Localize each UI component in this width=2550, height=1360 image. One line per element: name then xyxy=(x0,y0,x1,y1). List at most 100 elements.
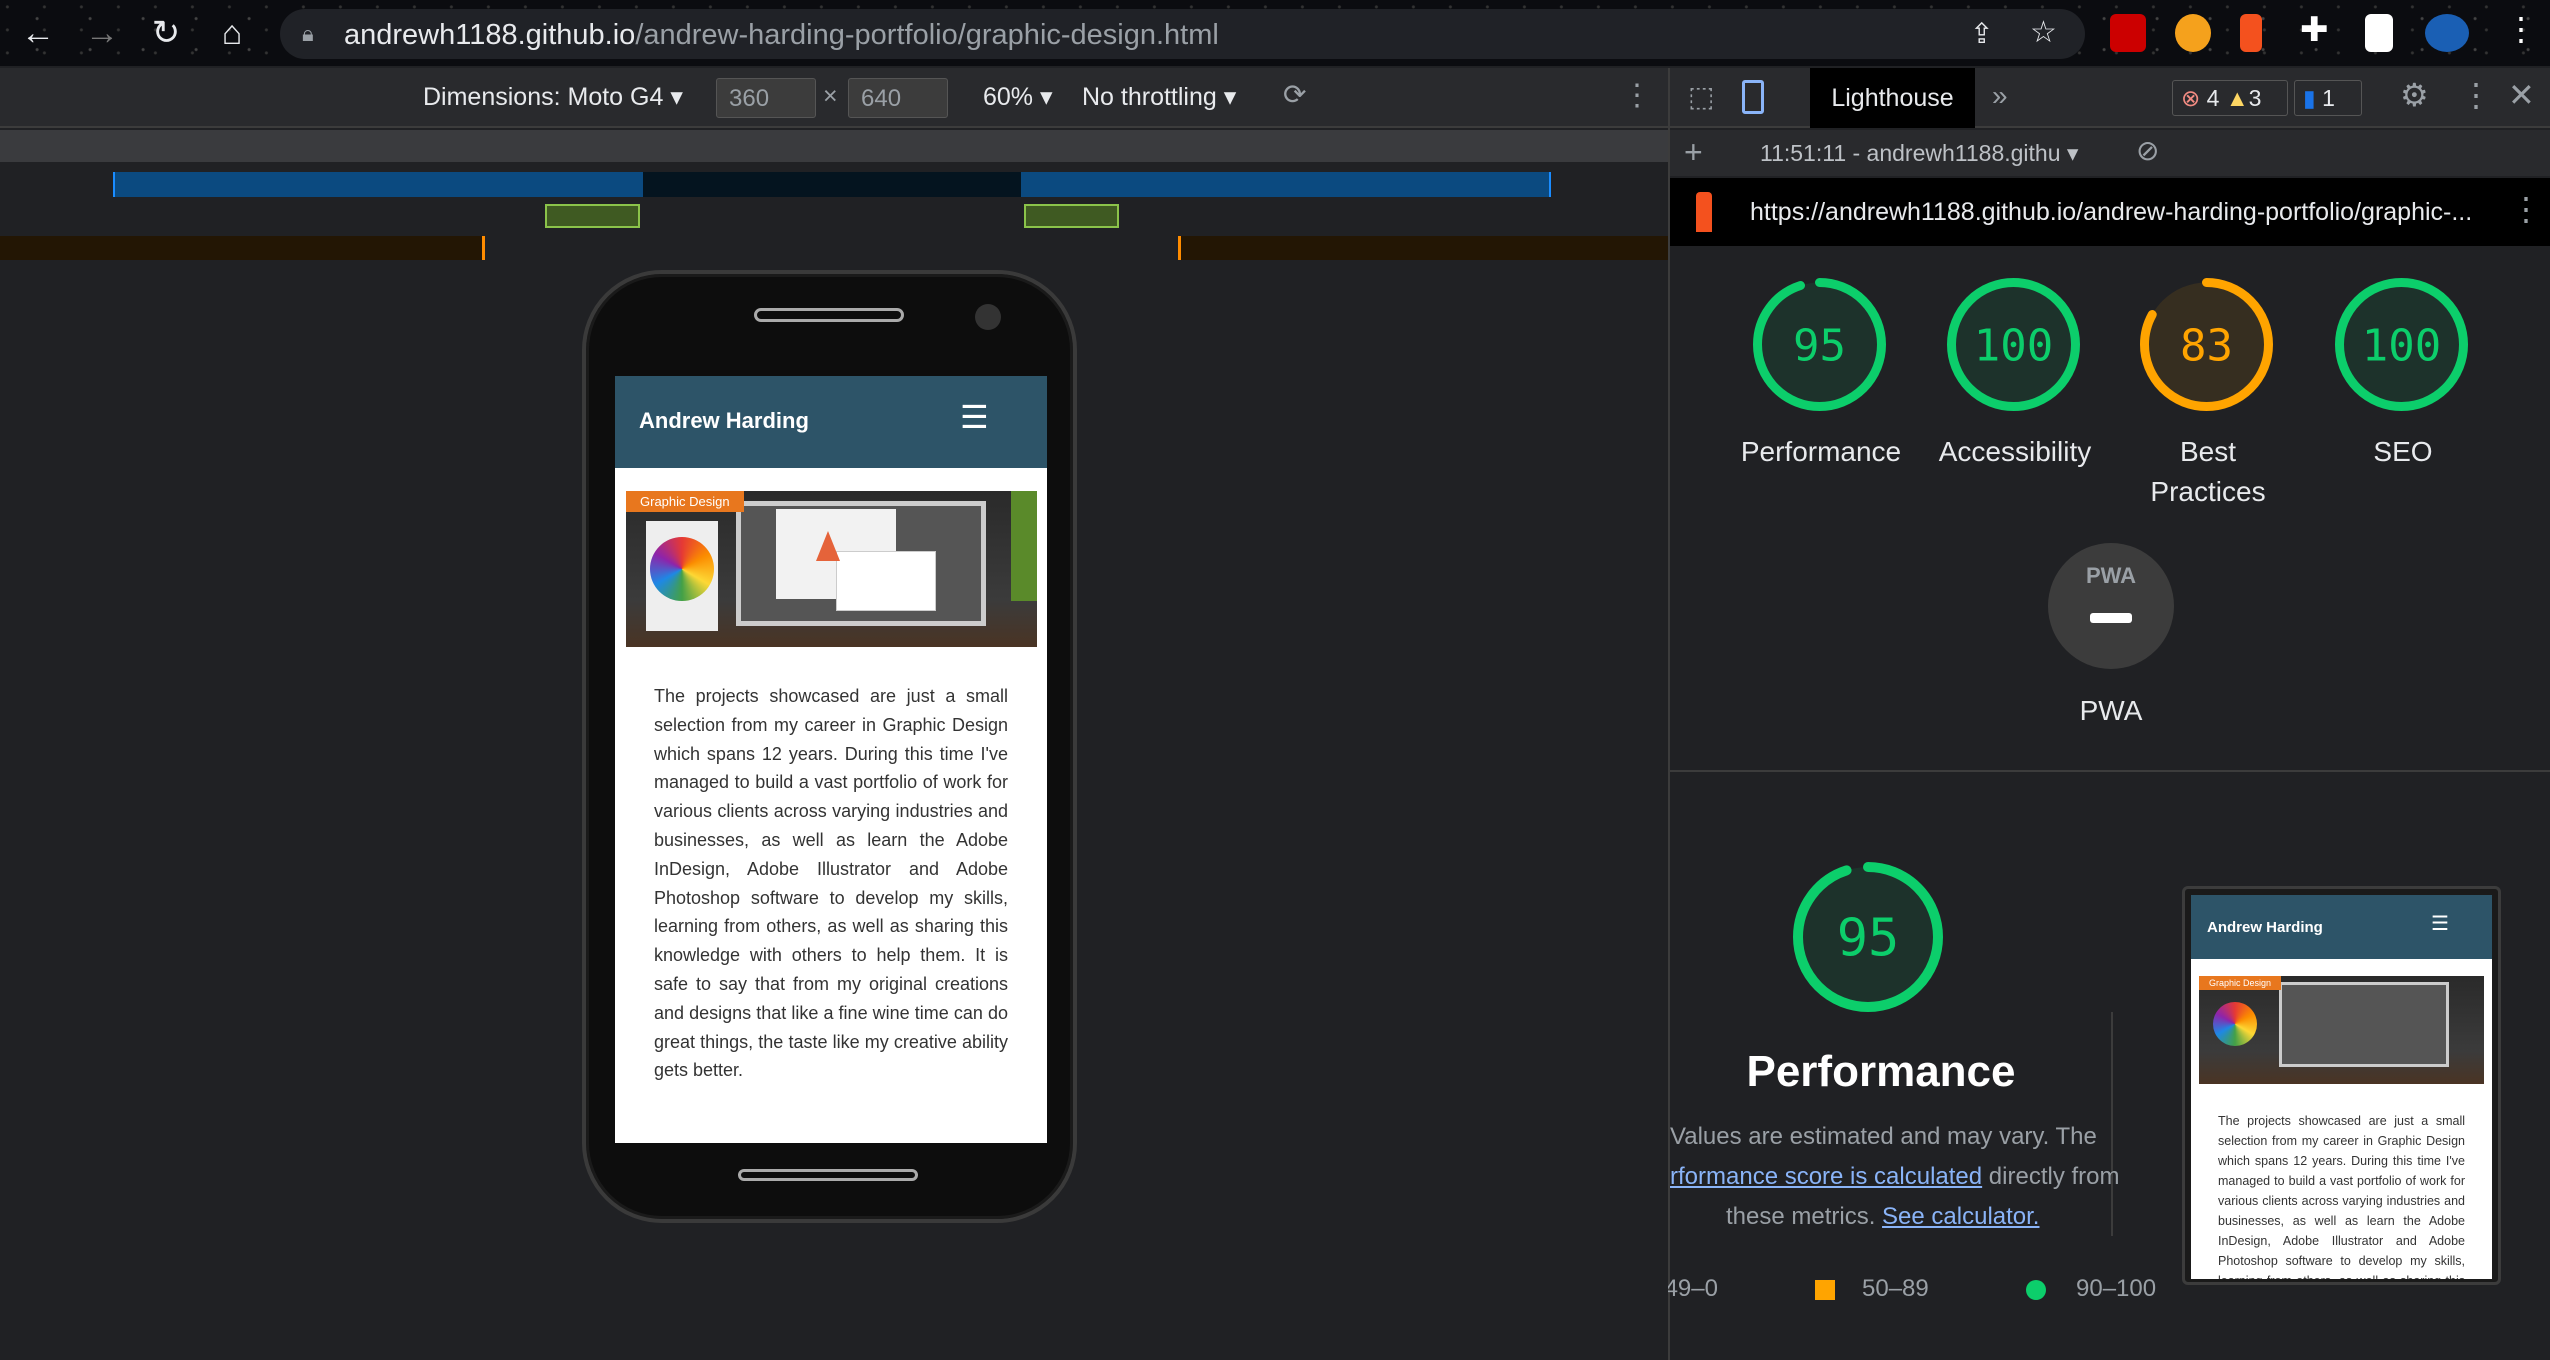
thumbnail-tag: Graphic Design xyxy=(2199,976,2282,990)
divider xyxy=(1670,770,2550,772)
gauge-label-line: Accessibility xyxy=(1938,436,2092,467)
zoom-select[interactable]: 60% ▾ xyxy=(983,82,1053,112)
gauge-label[interactable]: Best Practices xyxy=(2108,432,2308,512)
color-wheel xyxy=(2213,1002,2257,1046)
gauge-score: 100 xyxy=(1974,320,2053,371)
clear-reports-icon[interactable]: ⊘ xyxy=(2136,134,2159,167)
messages-counter[interactable]: ▮ 1 xyxy=(2294,80,2362,116)
score-gauge-3: 100 xyxy=(2335,278,2468,411)
score-gauge-0: 95 xyxy=(1753,278,1886,411)
throttling-select[interactable]: No throttling ▾ xyxy=(1082,82,1236,112)
site-title[interactable]: Andrew Harding xyxy=(639,408,809,434)
acrobat-extension-icon[interactable] xyxy=(2110,14,2146,52)
legend-pass: 90–100 xyxy=(2076,1275,2157,1302)
phone-speaker xyxy=(754,308,904,322)
reload-button[interactable]: ↻ xyxy=(146,14,186,54)
final-screenshot-thumbnail[interactable]: Andrew Harding ☰ Graphic Design The proj… xyxy=(2182,886,2501,1285)
devtools-menu-icon[interactable]: ⋮ xyxy=(2460,76,2492,114)
height-input[interactable]: 640 xyxy=(848,78,948,118)
pwa-dash-icon xyxy=(2090,613,2132,623)
perf-desc-line2: rformance score is calculated directly f… xyxy=(1670,1163,2120,1191)
url-text: andrewh1188.github.io/andrew-harding-por… xyxy=(344,19,1219,52)
min-max-bar[interactable] xyxy=(545,204,640,228)
error-count: 4 xyxy=(2206,85,2220,111)
score-calculated-link[interactable]: rformance score is calculated xyxy=(1670,1163,1982,1190)
max-width-gap xyxy=(643,172,1021,197)
report-select[interactable]: 11:51:11 - andrewh1188.githu ▾ xyxy=(1760,140,2078,167)
issues-counter[interactable]: ⊗ 4 ▲3 xyxy=(2172,80,2288,116)
perf-desc-text: these metrics. xyxy=(1726,1203,1883,1230)
triangle-graphic xyxy=(816,531,840,561)
share-icon[interactable]: ⇪ xyxy=(1970,17,1993,50)
url-host: andrewh1188.github.io xyxy=(344,19,636,51)
min-width-bar[interactable] xyxy=(1178,236,1668,260)
extension-icon[interactable] xyxy=(2365,14,2393,52)
gauge-label-line: Best xyxy=(2179,436,2237,467)
max-width-bar[interactable] xyxy=(113,172,643,197)
pwa-badge[interactable]: PWA xyxy=(2048,543,2174,669)
color-wheel xyxy=(650,537,714,601)
rotate-icon[interactable]: ⟳ xyxy=(1283,78,1306,111)
lock-icon: 🔒︎ xyxy=(302,21,314,46)
tab-lighthouse[interactable]: Lighthouse xyxy=(1810,68,1975,128)
gauge-score: 95 xyxy=(1837,909,1900,969)
min-width-bar[interactable] xyxy=(0,236,485,260)
media-query-bars xyxy=(0,130,1668,262)
intro-paragraph: The projects showcased are just a small … xyxy=(654,686,1008,1081)
hamburger-menu-icon[interactable]: ☰ xyxy=(960,398,989,436)
gauge-score: 83 xyxy=(2180,320,2233,371)
profile-avatar[interactable] xyxy=(2425,14,2469,52)
gauge-performance[interactable]: 95 xyxy=(1751,276,1888,418)
performance-title: Performance xyxy=(1746,1047,2016,1096)
extensions-puzzle-icon[interactable]: ✚ xyxy=(2300,10,2329,50)
gauge-seo[interactable]: 100 xyxy=(2333,276,2470,418)
lighthouse-extension-icon[interactable] xyxy=(2240,14,2262,52)
message-count: 1 xyxy=(2322,85,2335,111)
max-width-bar[interactable] xyxy=(1021,172,1551,197)
menu-icon[interactable]: ⋮ xyxy=(2505,10,2537,48)
message-icon: ▮ xyxy=(2303,85,2316,111)
forward-button[interactable]: → xyxy=(82,14,122,54)
more-tabs-icon[interactable]: » xyxy=(1992,80,2008,112)
report-url[interactable]: https://andrewh1188.github.io/andrew-har… xyxy=(1750,198,2472,227)
back-button[interactable]: ← xyxy=(18,14,58,54)
min-max-bar[interactable] xyxy=(1024,204,1119,228)
perf-desc-line3: these metrics. See calculator. xyxy=(1726,1203,2039,1231)
device-toggle-icon[interactable] xyxy=(1742,80,1764,114)
gauge-label[interactable]: Performance xyxy=(1721,432,1921,472)
extension-icon[interactable] xyxy=(2175,14,2211,52)
error-icon: ⊗ xyxy=(2181,85,2201,111)
width-input[interactable]: 360 xyxy=(716,78,816,118)
gauge-label[interactable]: SEO xyxy=(2303,432,2503,472)
report-select-label: 11:51:11 - andrewh1188.githu xyxy=(1760,140,2061,166)
gauge-best[interactable]: 83 xyxy=(2138,276,2275,418)
average-square-icon xyxy=(1815,1280,1835,1300)
report-menu-icon[interactable]: ⋮ xyxy=(2510,190,2542,228)
close-devtools-icon[interactable]: ✕ xyxy=(2508,76,2535,114)
new-report-icon[interactable]: + xyxy=(1684,134,1703,171)
thumbnail-menu-icon: ☰ xyxy=(2431,913,2449,935)
zoom-label: 60% xyxy=(983,83,1034,111)
gauge-label[interactable]: Accessibility xyxy=(1915,432,2115,472)
thumbnail-title: Andrew Harding xyxy=(2207,919,2323,936)
inspect-element-icon[interactable]: ⬚ xyxy=(1688,80,1714,113)
bookmark-star-icon[interactable]: ☆ xyxy=(2030,15,2057,50)
settings-gear-icon[interactable]: ⚙ xyxy=(2400,76,2429,114)
page-screen: Andrew Harding ☰ Graphic Design The proj… xyxy=(615,376,1047,1143)
times-sign: × xyxy=(823,82,838,110)
address-bar[interactable]: 🔒︎ andrewh1188.github.io/andrew-harding-… xyxy=(280,9,2085,59)
gauge-accessibility[interactable]: 100 xyxy=(1945,276,2082,418)
score-gauge-2: 83 xyxy=(2140,278,2273,411)
design-artboard xyxy=(836,551,936,611)
performance-large-gauge: 95 xyxy=(1793,862,1943,1012)
more-options-icon[interactable]: ⋮ xyxy=(1622,78,1652,113)
score-gauge-1: 100 xyxy=(1947,278,2080,411)
dimensions-select[interactable]: Dimensions: Moto G4 ▾ xyxy=(423,82,683,112)
home-button[interactable]: ⌂ xyxy=(212,14,252,54)
url-path: /andrew-harding-portfolio/graphic-design… xyxy=(635,19,1219,51)
see-calculator-link[interactable]: See calculator. xyxy=(1882,1203,2039,1230)
thumbnail-page: Andrew Harding ☰ Graphic Design The proj… xyxy=(2191,895,2492,1279)
thumbnail-header: Andrew Harding ☰ xyxy=(2191,895,2492,959)
site-header: Andrew Harding ☰ xyxy=(615,376,1047,468)
perf-desc-line1: Values are estimated and may vary. The xyxy=(1670,1123,2097,1150)
